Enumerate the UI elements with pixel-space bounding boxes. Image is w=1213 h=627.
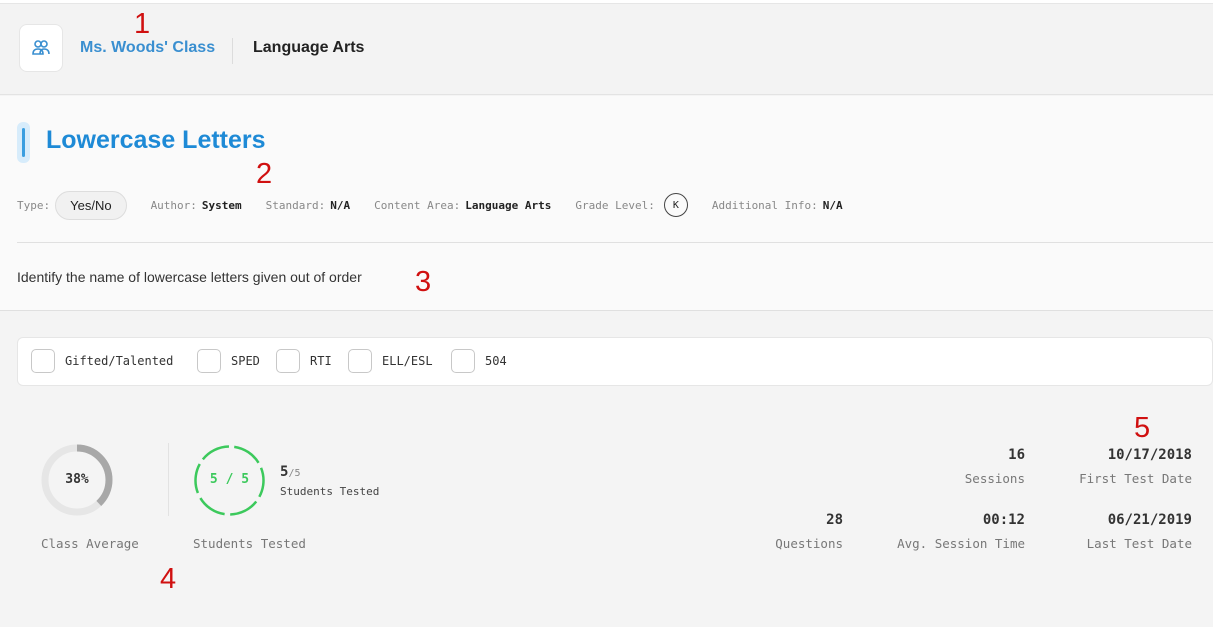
class-header: Ms. Woods' Class Language Arts (0, 4, 1213, 95)
students-tested-count: 5/5 (280, 464, 300, 480)
annotation-marker: 1 (134, 8, 151, 40)
card-divider (17, 242, 1213, 243)
questions-label: Questions (775, 536, 843, 551)
class-name-link[interactable]: Ms. Woods' Class (80, 39, 215, 57)
class-average-value: 38% (65, 472, 89, 487)
filter-gifted-talented[interactable]: Gifted/Talented (31, 349, 173, 373)
filter-rti[interactable]: RTI (276, 349, 332, 373)
assessment-card: Lowercase Letters Type: Yes/No Author: S… (0, 96, 1213, 311)
subject-label: Language Arts (253, 39, 365, 56)
title-accent-bar (17, 122, 30, 163)
filter-504[interactable]: 504 (451, 349, 507, 373)
students-tested-caption: Students Tested (280, 485, 380, 498)
checkbox[interactable] (276, 349, 300, 373)
first-test-date-value: 10/17/2018 (1107, 447, 1192, 463)
students-tested-ring-text: 5 / 5 (209, 472, 250, 487)
filter-label: 504 (485, 354, 507, 368)
filter-label: SPED (231, 354, 260, 368)
class-icon-button[interactable] (19, 24, 63, 72)
first-test-date-label: First Test Date (1079, 471, 1192, 486)
filter-sped[interactable]: SPED (197, 349, 260, 373)
standard-label: Standard: (265, 198, 326, 212)
filter-label: Gifted/Talented (65, 354, 174, 368)
sessions-label: Sessions (964, 471, 1025, 486)
checkbox[interactable] (451, 349, 475, 373)
last-test-date-label: Last Test Date (1086, 536, 1192, 551)
additional-info-label: Additional Info: (711, 198, 818, 212)
content-area-value: Language Arts (465, 198, 552, 212)
checkbox[interactable] (348, 349, 372, 373)
filter-label: RTI (310, 354, 332, 368)
last-test-date-value: 06/21/2019 (1107, 512, 1192, 528)
people-icon (32, 40, 50, 55)
students-tested-label: Students Tested (193, 536, 306, 551)
checkbox[interactable] (197, 349, 221, 373)
questions-value: 28 (826, 512, 843, 528)
tested-total: /5 (288, 468, 301, 479)
header-divider (232, 38, 233, 64)
avg-session-time-label: Avg. Session Time (897, 536, 1025, 551)
annotation-marker: 5 (1134, 412, 1151, 444)
author-label: Author: (150, 198, 197, 212)
grade-level-label: Grade Level: (575, 198, 655, 212)
standard-value: N/A (330, 198, 351, 212)
avg-session-time-value: 00:12 (982, 512, 1025, 528)
annotation-marker: 4 (160, 563, 177, 595)
additional-info-value: N/A (822, 198, 843, 212)
stats-divider (168, 443, 169, 516)
assessment-description: Identify the name of lowercase letters g… (17, 269, 362, 285)
checkbox[interactable] (31, 349, 55, 373)
content-area-label: Content Area: (374, 198, 461, 212)
assessment-meta: Type: Yes/No Author: System Standard: N/… (17, 190, 843, 220)
assessment-title: Lowercase Letters (46, 126, 266, 154)
annotation-marker: 3 (415, 266, 432, 298)
type-label: Type: (17, 198, 51, 212)
class-average-label: Class Average (41, 536, 139, 551)
student-group-filters: Gifted/Talented SPED RTI ELL/ESL 504 (17, 337, 1213, 386)
sessions-value: 16 (1008, 447, 1025, 463)
type-pill: Yes/No (55, 190, 127, 220)
grade-level-badge: K (663, 193, 688, 217)
filter-ell-esl[interactable]: ELL/ESL (348, 349, 433, 373)
author-value: System (201, 198, 242, 212)
filter-label: ELL/ESL (382, 354, 433, 368)
annotation-marker: 2 (256, 158, 273, 190)
